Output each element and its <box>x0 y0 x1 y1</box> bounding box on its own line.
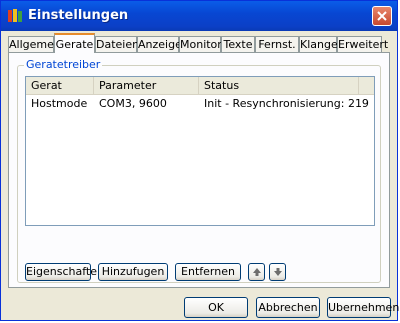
arrow-up-icon <box>253 268 261 276</box>
tab-erweitert[interactable]: Erweitert <box>337 36 388 52</box>
settings-dialog: Einstellungen Allgemein Gerate Dateien A… <box>0 0 399 321</box>
window-title: Einstellungen <box>28 8 129 23</box>
tab-allgemein[interactable]: Allgemein <box>8 36 64 52</box>
tab-gerate[interactable]: Gerate <box>54 33 95 53</box>
column-header-device[interactable]: Gerat <box>26 77 94 94</box>
remove-button[interactable]: Entfernen <box>175 263 241 281</box>
palette-icon <box>7 8 23 24</box>
device-list[interactable]: Gerat Parameter Status Hostmode COM3, 96… <box>25 76 375 226</box>
cell-status: Init - Resynchronisierung: 219 <box>204 97 369 110</box>
properties-button[interactable]: Eigenschaften <box>25 263 104 281</box>
tab-monitor[interactable]: Monitor <box>179 36 222 52</box>
tab-panel-gerate: Geratetreiber Gerat Parameter Status Hos… <box>8 52 390 288</box>
cell-device: Hostmode <box>31 97 88 110</box>
cell-parameter: COM3, 9600 <box>99 97 167 110</box>
apply-button[interactable]: Ubernehmen <box>327 297 399 318</box>
column-header-status[interactable]: Status <box>199 77 359 94</box>
tab-strip: Allgemein Gerate Dateien Anzeige Monitor… <box>8 33 392 53</box>
cancel-button[interactable]: Abbrechen <box>256 297 320 318</box>
tab-dateien[interactable]: Dateien <box>95 36 139 52</box>
table-row[interactable]: Hostmode COM3, 9600 Init - Resynchronisi… <box>26 96 374 111</box>
device-driver-group: Geratetreiber Gerat Parameter Status Hos… <box>17 58 381 283</box>
tab-fernst[interactable]: Fernst. <box>255 36 299 52</box>
column-header-parameter[interactable]: Parameter <box>94 77 199 94</box>
arrow-down-icon <box>274 268 282 276</box>
tab-klange[interactable]: Klange <box>299 36 338 52</box>
group-title: Geratetreiber <box>24 58 103 71</box>
tab-anzeige[interactable]: Anzeige <box>137 36 182 52</box>
close-icon <box>377 11 387 21</box>
move-up-button[interactable] <box>248 263 265 281</box>
move-down-button[interactable] <box>269 263 286 281</box>
add-button[interactable]: Hinzufugen <box>98 263 168 281</box>
close-button[interactable] <box>372 6 392 26</box>
title-bar[interactable]: Einstellungen <box>1 1 397 31</box>
ok-button[interactable]: OK <box>184 297 248 318</box>
list-header: Gerat Parameter Status <box>26 77 374 95</box>
tab-texte[interactable]: Texte <box>221 36 255 52</box>
